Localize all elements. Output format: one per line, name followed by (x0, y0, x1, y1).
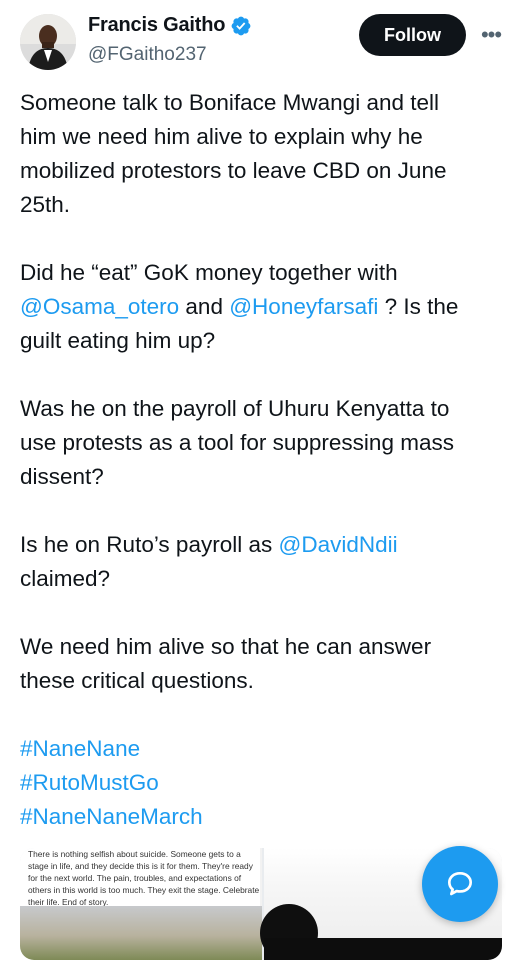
tweet-paragraph-2: Did he “eat” GoK money together with @Os… (20, 256, 500, 358)
more-options-icon[interactable]: ••• (476, 18, 506, 52)
tweet-line: Was he on the payroll of Uhuru Kenyatta … (20, 396, 450, 421)
tweet-line: We need him alive so that he can answer (20, 634, 432, 659)
mention-link-osama-otero[interactable]: @Osama_otero (20, 294, 179, 319)
media-caption-text: There is nothing selfish about suicide. … (28, 849, 260, 907)
hashtag-link-nanenanemarch[interactable]: #NaneNaneMarch (20, 800, 500, 834)
author-name-row: Francis Gaitho (88, 14, 252, 37)
tweet-line: guilt eating him up? (20, 328, 216, 353)
author-handle[interactable]: @FGaitho237 (88, 44, 207, 66)
tweet-paragraph-4: Is he on Ruto’s payroll as @DavidNdii cl… (20, 528, 500, 596)
tweet-line-mention: Is he on Ruto’s payroll as @DavidNdii (20, 528, 500, 562)
tweet-line: these critical questions. (20, 668, 254, 693)
media-photo (20, 906, 262, 960)
follow-button[interactable]: Follow (359, 14, 466, 56)
tweet-line: Someone talk to Boniface Mwangi and tell (20, 90, 439, 115)
hashtag-list: #NaneNane #RutoMustGo #NaneNaneMarch (20, 732, 500, 834)
person-avatar-icon (20, 14, 76, 70)
conjunction-text: and (179, 294, 230, 319)
tweet-text: Someone talk to Boniface Mwangi and tell… (20, 86, 500, 868)
tweet-line: mobilized protestors to leave CBD on Jun… (20, 158, 447, 183)
author-avatar[interactable] (20, 14, 76, 70)
tweet-line: use protests as a tool for suppressing m… (20, 430, 454, 455)
tweet-line-mentions: @Osama_otero and @Honeyfarsafi ? Is the (20, 290, 500, 324)
tweet-paragraph-5: We need him alive so that he can answer … (20, 630, 500, 698)
tweet-line: him we need him alive to explain why he (20, 124, 423, 149)
tweet-header: Francis Gaitho @FGaitho237 Follow ••• (0, 0, 525, 80)
verified-badge-icon (231, 16, 251, 35)
question-text: ? Is the (378, 294, 459, 319)
mention-link-davidndii[interactable]: @DavidNdii (278, 532, 397, 557)
hashtag-link-nanenane[interactable]: #NaneNane (20, 732, 500, 766)
mention-link-honeyfarsafi[interactable]: @Honeyfarsafi (229, 294, 378, 319)
compose-reply-icon (448, 872, 472, 896)
tweet-line: dissent? (20, 464, 104, 489)
hashtag-link-rutomustgo[interactable]: #RutoMustGo (20, 766, 500, 800)
tweet-paragraph-1: Someone talk to Boniface Mwangi and tell… (20, 86, 500, 222)
tweet-paragraph-3: Was he on the payroll of Uhuru Kenyatta … (20, 392, 500, 494)
payroll-text: Is he on Ruto’s payroll as (20, 532, 279, 557)
media-image-left[interactable]: There is nothing selfish about suicide. … (20, 848, 262, 960)
tweet-line: claimed? (20, 566, 111, 591)
compose-reply-button[interactable] (422, 846, 498, 922)
author-display-name[interactable]: Francis Gaitho (88, 14, 225, 37)
tweet-line: Did he “eat” GoK money together with (20, 260, 398, 285)
tweet-line: 25th. (20, 192, 71, 217)
media-dark-band (264, 938, 502, 960)
